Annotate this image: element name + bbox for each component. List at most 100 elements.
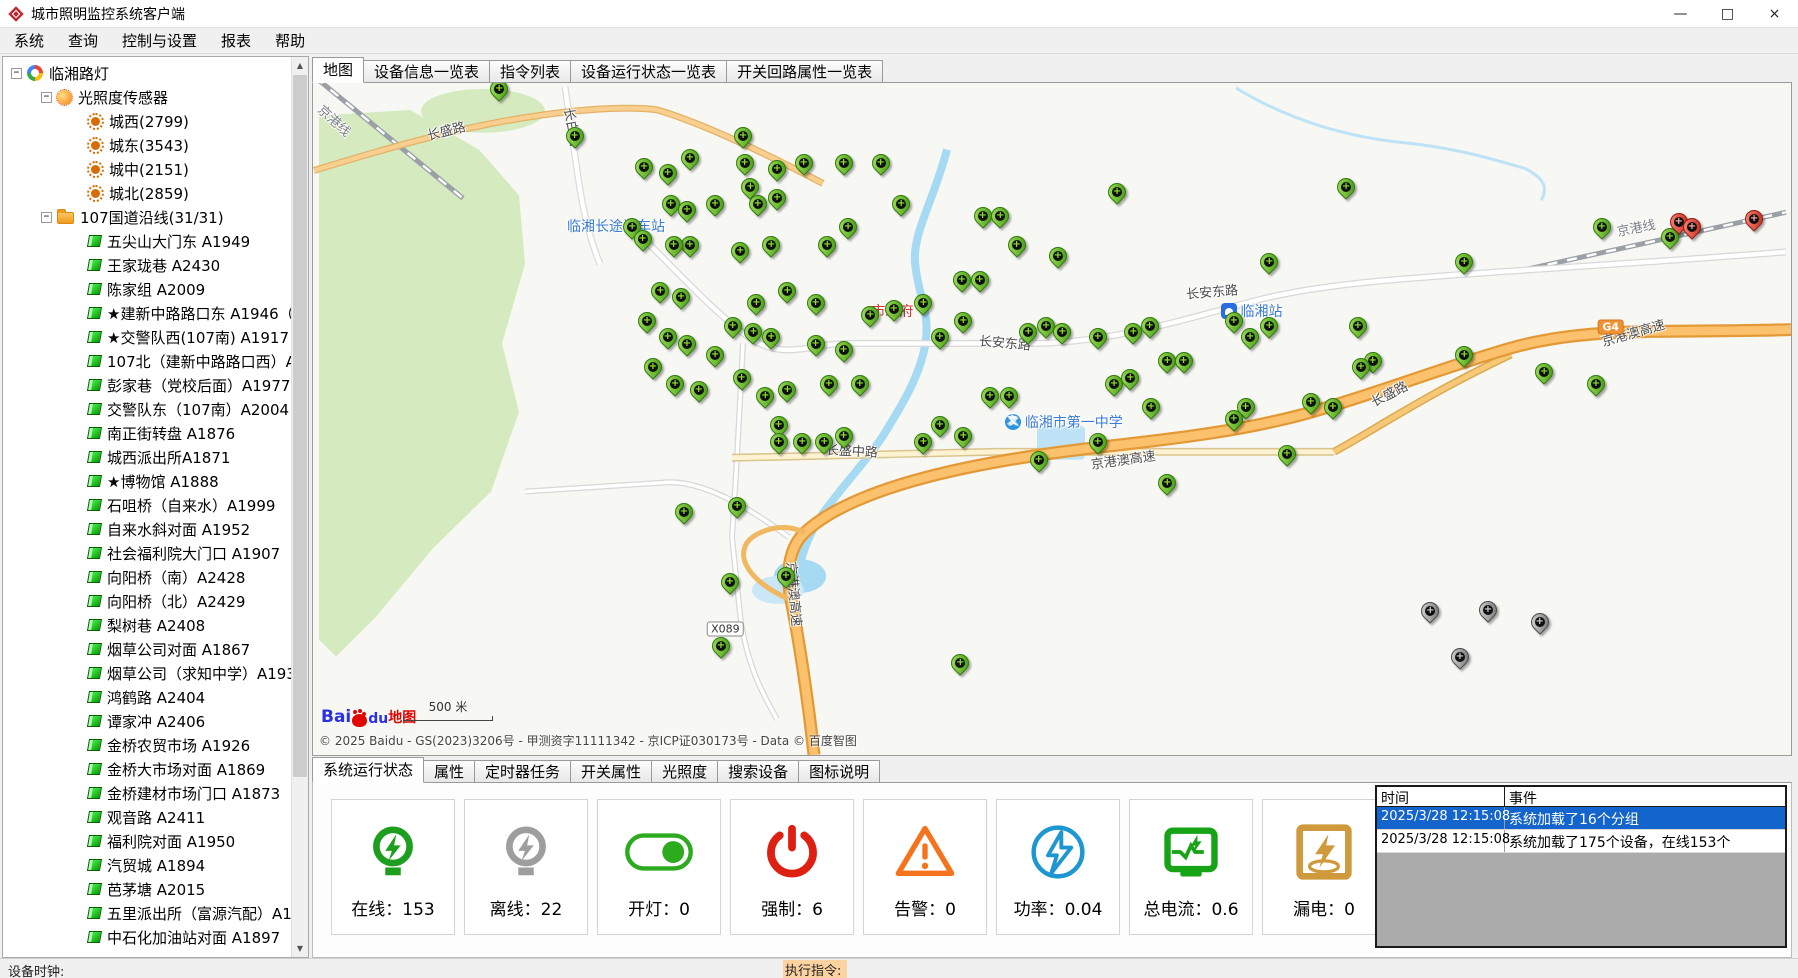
- map-pin-green[interactable]: +: [991, 207, 1009, 225]
- tree-item[interactable]: 城西派出所A1871: [3, 445, 291, 469]
- minimize-button[interactable]: —: [1657, 0, 1704, 27]
- map-pin-green[interactable]: +: [815, 433, 833, 451]
- map-pin-green[interactable]: +: [914, 433, 932, 451]
- map-pin-green[interactable]: +: [1121, 369, 1139, 387]
- tab-map-3[interactable]: 设备运行状态一览表: [570, 60, 727, 82]
- map-pin-green[interactable]: +: [954, 427, 972, 445]
- tree-item[interactable]: 汽贸城 A1894: [3, 853, 291, 877]
- map-pin-green[interactable]: +: [747, 294, 765, 312]
- map-pin-green[interactable]: +: [675, 503, 693, 521]
- map-pin-green[interactable]: +: [1349, 317, 1367, 335]
- map-pin-green[interactable]: +: [678, 335, 696, 353]
- map-pin-gray[interactable]: +: [1451, 648, 1469, 666]
- map-pin-green[interactable]: +: [1225, 410, 1243, 428]
- map-pin-green[interactable]: +: [1089, 433, 1107, 451]
- map-pin-green[interactable]: +: [807, 294, 825, 312]
- tree-item[interactable]: 社会福利院大门口 A1907: [3, 541, 291, 565]
- map-pin-green[interactable]: +: [1225, 312, 1243, 330]
- tree-item[interactable]: 烟草公司（求知中学）A1933: [3, 661, 291, 685]
- map-pin-green[interactable]: +: [749, 195, 767, 213]
- map-pin-green[interactable]: +: [861, 306, 879, 324]
- map-pin-green[interactable]: +: [1455, 253, 1473, 271]
- tree-item[interactable]: 石咀桥（自来水）A1999: [3, 493, 291, 517]
- tree-item[interactable]: 城中(2151): [3, 157, 291, 181]
- map-pin-green[interactable]: +: [1260, 317, 1278, 335]
- map-pin-green[interactable]: +: [820, 375, 838, 393]
- tree-item[interactable]: 城东(3543): [3, 133, 291, 157]
- map-pin-green[interactable]: +: [1324, 398, 1342, 416]
- map-pin-green[interactable]: +: [721, 573, 739, 591]
- tree-item[interactable]: 城北(2859): [3, 181, 291, 205]
- map-pin-green[interactable]: +: [1593, 218, 1611, 236]
- tree-item[interactable]: 107北（建新中路路口西）A2014: [3, 349, 291, 373]
- tree-expander-icon[interactable]: −: [11, 68, 22, 79]
- map-pin-green[interactable]: +: [1535, 363, 1553, 381]
- event-row[interactable]: 2025/3/28 12:15:08 系统加载了16个分组: [1377, 807, 1785, 830]
- map-pin-green[interactable]: +: [638, 312, 656, 330]
- tab-bottom-2[interactable]: 定时器任务: [474, 760, 571, 782]
- map-pin-gray[interactable]: +: [1479, 601, 1497, 619]
- tab-map-0[interactable]: 地图: [312, 57, 364, 83]
- maximize-button[interactable]: □: [1704, 0, 1751, 27]
- map-pin-green[interactable]: +: [665, 236, 683, 254]
- map-pin-green[interactable]: +: [762, 236, 780, 254]
- map-pin-green[interactable]: +: [1337, 178, 1355, 196]
- map-pin-green[interactable]: +: [974, 207, 992, 225]
- map-pin-green[interactable]: +: [659, 328, 677, 346]
- map-pin-green[interactable]: +: [690, 381, 708, 399]
- map-pin-green[interactable]: +: [1158, 474, 1176, 492]
- map-pin-green[interactable]: +: [770, 416, 788, 434]
- tree-item[interactable]: 鸿鹤路 A2404: [3, 685, 291, 709]
- tree-item[interactable]: 金桥农贸市场 A1926: [3, 733, 291, 757]
- tree-item[interactable]: 彭家巷（党校后面）A1977: [3, 373, 291, 397]
- event-row[interactable]: 2025/3/28 12:15:08 系统加载了175个设备，在线153个: [1377, 830, 1785, 853]
- tab-bottom-1[interactable]: 属性: [423, 760, 475, 782]
- tree-item[interactable]: −107国道沿线(31/31): [3, 205, 291, 229]
- tree-item[interactable]: 芭茅塘 A2015: [3, 877, 291, 901]
- map-pin-green[interactable]: +: [1019, 323, 1037, 341]
- map-pin-green[interactable]: +: [741, 178, 759, 196]
- tree-item[interactable]: 金桥建材市场门口 A1873: [3, 781, 291, 805]
- tree-item[interactable]: 向阳桥（北）A2429: [3, 589, 291, 613]
- map-pin-green[interactable]: +: [953, 271, 971, 289]
- map-pin-green[interactable]: +: [1241, 328, 1259, 346]
- tree-expander-icon[interactable]: −: [41, 92, 52, 103]
- map-pin-green[interactable]: +: [1142, 398, 1160, 416]
- map-pin-green[interactable]: +: [681, 236, 699, 254]
- map-pin-green[interactable]: +: [954, 312, 972, 330]
- map-pin-green[interactable]: +: [566, 127, 584, 145]
- map-pin-green[interactable]: +: [1302, 393, 1320, 411]
- map-pin-green[interactable]: +: [931, 328, 949, 346]
- map-pin-green[interactable]: +: [818, 236, 836, 254]
- menu-item-2[interactable]: 控制与设置: [110, 28, 209, 53]
- map-pin-green[interactable]: +: [1089, 328, 1107, 346]
- map-pin-green[interactable]: +: [635, 158, 653, 176]
- menu-item-3[interactable]: 报表: [209, 28, 263, 53]
- map-pin-green[interactable]: +: [659, 164, 677, 182]
- map-pin-green[interactable]: +: [734, 127, 752, 145]
- map-pin-green[interactable]: +: [736, 154, 754, 172]
- tree-item[interactable]: 烟草公司对面 A1867: [3, 637, 291, 661]
- close-button[interactable]: ×: [1751, 0, 1798, 27]
- tree-item[interactable]: 梨树巷 A2408: [3, 613, 291, 637]
- map-pin-green[interactable]: +: [1587, 375, 1605, 393]
- map-pin-green[interactable]: +: [706, 346, 724, 364]
- tab-bottom-0[interactable]: 系统运行状态: [312, 757, 424, 783]
- tree-scrollbar[interactable]: ▲ ▼: [291, 57, 308, 957]
- map-pin-gray[interactable]: +: [1531, 613, 1549, 631]
- tree-item[interactable]: 谭家冲 A2406: [3, 709, 291, 733]
- map-pin-green[interactable]: +: [1278, 445, 1296, 463]
- tree-item[interactable]: 五尖山大门东 A1949: [3, 229, 291, 253]
- tab-bottom-6[interactable]: 图标说明: [798, 760, 880, 782]
- tab-map-4[interactable]: 开关回路属性一览表: [726, 60, 883, 82]
- map-pin-green[interactable]: +: [634, 230, 652, 248]
- map-pin-green[interactable]: +: [768, 160, 786, 178]
- tab-map-1[interactable]: 设备信息一览表: [363, 60, 490, 82]
- map-pin-green[interactable]: +: [756, 387, 774, 405]
- map-pin-green[interactable]: +: [795, 154, 813, 172]
- map-pin-green[interactable]: +: [706, 195, 724, 213]
- map-pin-green[interactable]: +: [851, 375, 869, 393]
- map-pin-green[interactable]: +: [762, 328, 780, 346]
- map-pin-green[interactable]: +: [744, 323, 762, 341]
- map-pin-green[interactable]: +: [1352, 358, 1370, 376]
